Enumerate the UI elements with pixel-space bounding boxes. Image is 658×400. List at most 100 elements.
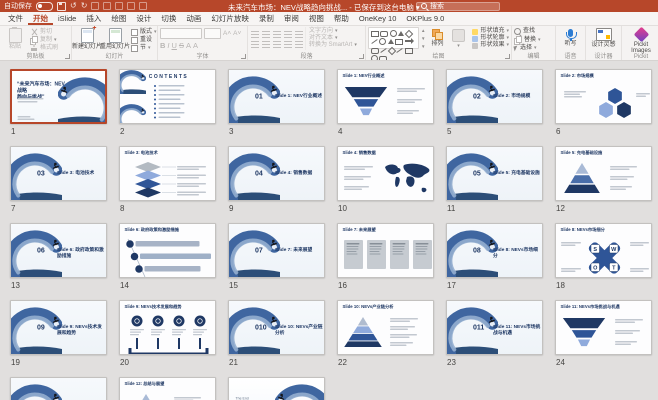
tab-帮助[interactable]: 帮助 — [329, 12, 354, 25]
tab-视图[interactable]: 视图 — [304, 12, 329, 25]
layout-button[interactable]: 版式▾ — [130, 28, 157, 36]
arrange-button[interactable]: 排列 — [427, 27, 447, 50]
font-size-select[interactable] — [204, 28, 221, 39]
redo-icon[interactable]: ↻ — [81, 0, 88, 12]
slide-thumbnail-22[interactable]: Slide 10: NEVs产业链分析 — [337, 300, 434, 355]
align-left-icon[interactable] — [251, 40, 260, 48]
slide-thumbnail-19[interactable]: 09Slide 9: NEVs技术发展和趋势 — [10, 300, 107, 355]
slide-thumbnail-23[interactable]: 011Slide 11: NEVs市场挑战与机遇 — [446, 300, 543, 355]
reset-button[interactable]: 重设 — [130, 36, 157, 44]
convert-smartart-button[interactable]: 转换为 SmartArt▾ — [309, 42, 357, 49]
slide-thumbnail-17[interactable]: 08Slide 8: NEVs市场细分 — [446, 223, 543, 278]
slide-thumbnail-21[interactable]: 010Slide 10: NEVs产业链分析 — [228, 300, 325, 355]
shape-fill-button[interactable]: 形状填充▾ — [472, 28, 509, 35]
save-icon[interactable] — [57, 2, 66, 11]
autosave-toggle[interactable] — [36, 2, 53, 11]
qat-icon[interactable] — [127, 2, 135, 10]
search-input[interactable]: 搜索 — [416, 2, 500, 11]
gallery-scroll[interactable]: ▲▼▼ — [421, 27, 425, 50]
tab-录制[interactable]: 录制 — [254, 12, 279, 25]
line-spacing-icon[interactable] — [295, 30, 304, 38]
dialog-launcher-icon[interactable] — [359, 54, 364, 59]
find-button[interactable]: 查找 — [514, 28, 553, 35]
slide-thumbnail-11[interactable]: 05Slide 5: 充电基础设施 — [446, 146, 543, 201]
numbering-icon[interactable] — [262, 30, 271, 38]
align-center-icon[interactable] — [262, 40, 271, 48]
shape-effects-button[interactable]: 形状效果▾ — [472, 42, 509, 49]
slide-thumbnail-15[interactable]: 07Slide 7: 未来展望 — [228, 223, 325, 278]
slide-thumbnail-2[interactable]: CONTENTS — [119, 69, 216, 124]
slide-thumbnail-5[interactable]: 02Slide 2: 市场规模 — [446, 69, 543, 124]
tab-文件[interactable]: 文件 — [3, 12, 28, 25]
slide-thumbnail-26[interactable]: Slide 12: 总结与展望 — [119, 377, 216, 400]
slide-thumbnail-13[interactable]: 06Slide 6: 政府政策和激励措施 — [10, 223, 107, 278]
font-style-button[interactable]: S — [179, 41, 184, 50]
slide-thumbnail-4[interactable]: Slide 1: NEV行业概述 — [337, 69, 434, 124]
slide-thumbnail-9[interactable]: 04Slide 4: 销售数据 — [228, 146, 325, 201]
slide-thumbnail-8[interactable]: Slide 3: 电池技术 — [119, 146, 216, 201]
slide-cell: Slide 11: NEVs市场挑战与机遇 24 — [555, 300, 652, 377]
quick-styles-button[interactable]: ▾ — [449, 27, 467, 50]
indent-decrease-icon[interactable] — [273, 30, 282, 38]
design-ideas-button[interactable]: 设计灵感 — [588, 27, 619, 49]
font-style-button[interactable]: A — [193, 41, 198, 50]
justify-icon[interactable] — [284, 40, 293, 48]
qat-icon[interactable] — [115, 2, 123, 10]
cut-button[interactable]: 剪切 — [30, 28, 58, 36]
grow-font-icon[interactable]: A˄ — [223, 30, 231, 37]
slide-thumbnail-24[interactable]: Slide 11: NEVs市场挑战与机遇 — [555, 300, 652, 355]
font-style-button[interactable]: A — [186, 41, 191, 50]
tab-插入[interactable]: 插入 — [81, 12, 106, 25]
slide-thumbnail-20[interactable]: Slide 9: NEVs技术发展和趋势 — [119, 300, 216, 355]
undo-icon[interactable]: ↺ — [70, 0, 77, 12]
tab-动画[interactable]: 动画 — [181, 12, 206, 25]
font-style-button[interactable]: I — [167, 41, 169, 50]
pickit-images-button[interactable]: Pickit Images — [624, 27, 658, 54]
slide-thumbnail-10[interactable]: Slide 4: 销售数据 — [337, 146, 434, 201]
dictate-button[interactable]: 听写 — [558, 27, 583, 48]
dialog-launcher-icon[interactable] — [65, 54, 70, 59]
shapes-gallery[interactable] — [368, 27, 419, 49]
new-slide-button[interactable]: 新建幻灯片 — [74, 27, 100, 51]
slide-thumbnail-25[interactable]: 012Slide 12: 总结与展望 — [10, 377, 107, 400]
slide-thumbnail-3[interactable]: 01Slide 1: NEV行业概述 — [228, 69, 325, 124]
align-right-icon[interactable] — [273, 40, 282, 48]
tab-切换[interactable]: 切换 — [156, 12, 181, 25]
font-name-select[interactable] — [160, 28, 202, 39]
slide-thumbnail-6[interactable]: Slide 2: 市场规模 — [555, 69, 652, 124]
align-text-button[interactable]: 对齐文本▾ — [309, 35, 357, 42]
qat-icon[interactable] — [91, 2, 99, 10]
dialog-launcher-icon[interactable] — [241, 54, 246, 59]
qat-icon[interactable] — [139, 2, 147, 10]
tab-iSlide[interactable]: iSlide — [53, 12, 81, 25]
slide-thumbnail-16[interactable]: Slide 7: 未来展望 — [337, 223, 434, 278]
shape-outline-button[interactable]: 形状轮廓▾ — [472, 35, 509, 42]
paste-button[interactable]: 粘贴 — [2, 27, 28, 51]
slide-thumbnail-7[interactable]: 03Slide 3: 电池技术 — [10, 146, 107, 201]
text-direction-button[interactable]: 文字方向▾ — [309, 28, 357, 35]
tab-绘图[interactable]: 绘图 — [106, 12, 131, 25]
replace-button[interactable]: 替换▾ — [514, 36, 553, 44]
columns-icon[interactable] — [295, 40, 304, 48]
slide-cell: 03Slide 3: 电池技术7 — [10, 146, 107, 223]
qat-icon[interactable] — [103, 2, 111, 10]
reuse-slides-button[interactable]: 重用幻灯片 — [102, 27, 128, 51]
shrink-font-icon[interactable]: A˅ — [233, 30, 241, 37]
tab-设计[interactable]: 设计 — [131, 12, 156, 25]
font-style-button[interactable]: U — [172, 41, 177, 50]
bullets-icon[interactable] — [251, 30, 260, 38]
slide-thumbnail-18[interactable]: Slide 8: NEVs市场细分 S W O T — [555, 223, 652, 278]
dialog-launcher-icon[interactable] — [505, 54, 510, 59]
tab-幻灯片放映[interactable]: 幻灯片放映 — [206, 12, 254, 25]
copy-button[interactable]: 复制▾ — [30, 36, 58, 44]
tab-OneKey 10[interactable]: OneKey 10 — [354, 12, 402, 25]
slide-thumbnail-12[interactable]: Slide 5: 充电基础设施 — [555, 146, 652, 201]
tab-开始[interactable]: 开始 — [28, 12, 53, 25]
slide-thumbnail-1[interactable]: “未来汽车市场：NEV战略趋向与挑战” — [10, 69, 107, 124]
slide-thumbnail-27[interactable]: The EndTHANKS — [228, 377, 325, 400]
font-style-button[interactable]: B — [160, 41, 165, 50]
tab-OKPlus 9.0[interactable]: OKPlus 9.0 — [401, 12, 449, 25]
indent-increase-icon[interactable] — [284, 30, 293, 38]
slide-thumbnail-14[interactable]: Slide 6: 政府政策和激励措施 — [119, 223, 216, 278]
tab-审阅[interactable]: 审阅 — [279, 12, 304, 25]
